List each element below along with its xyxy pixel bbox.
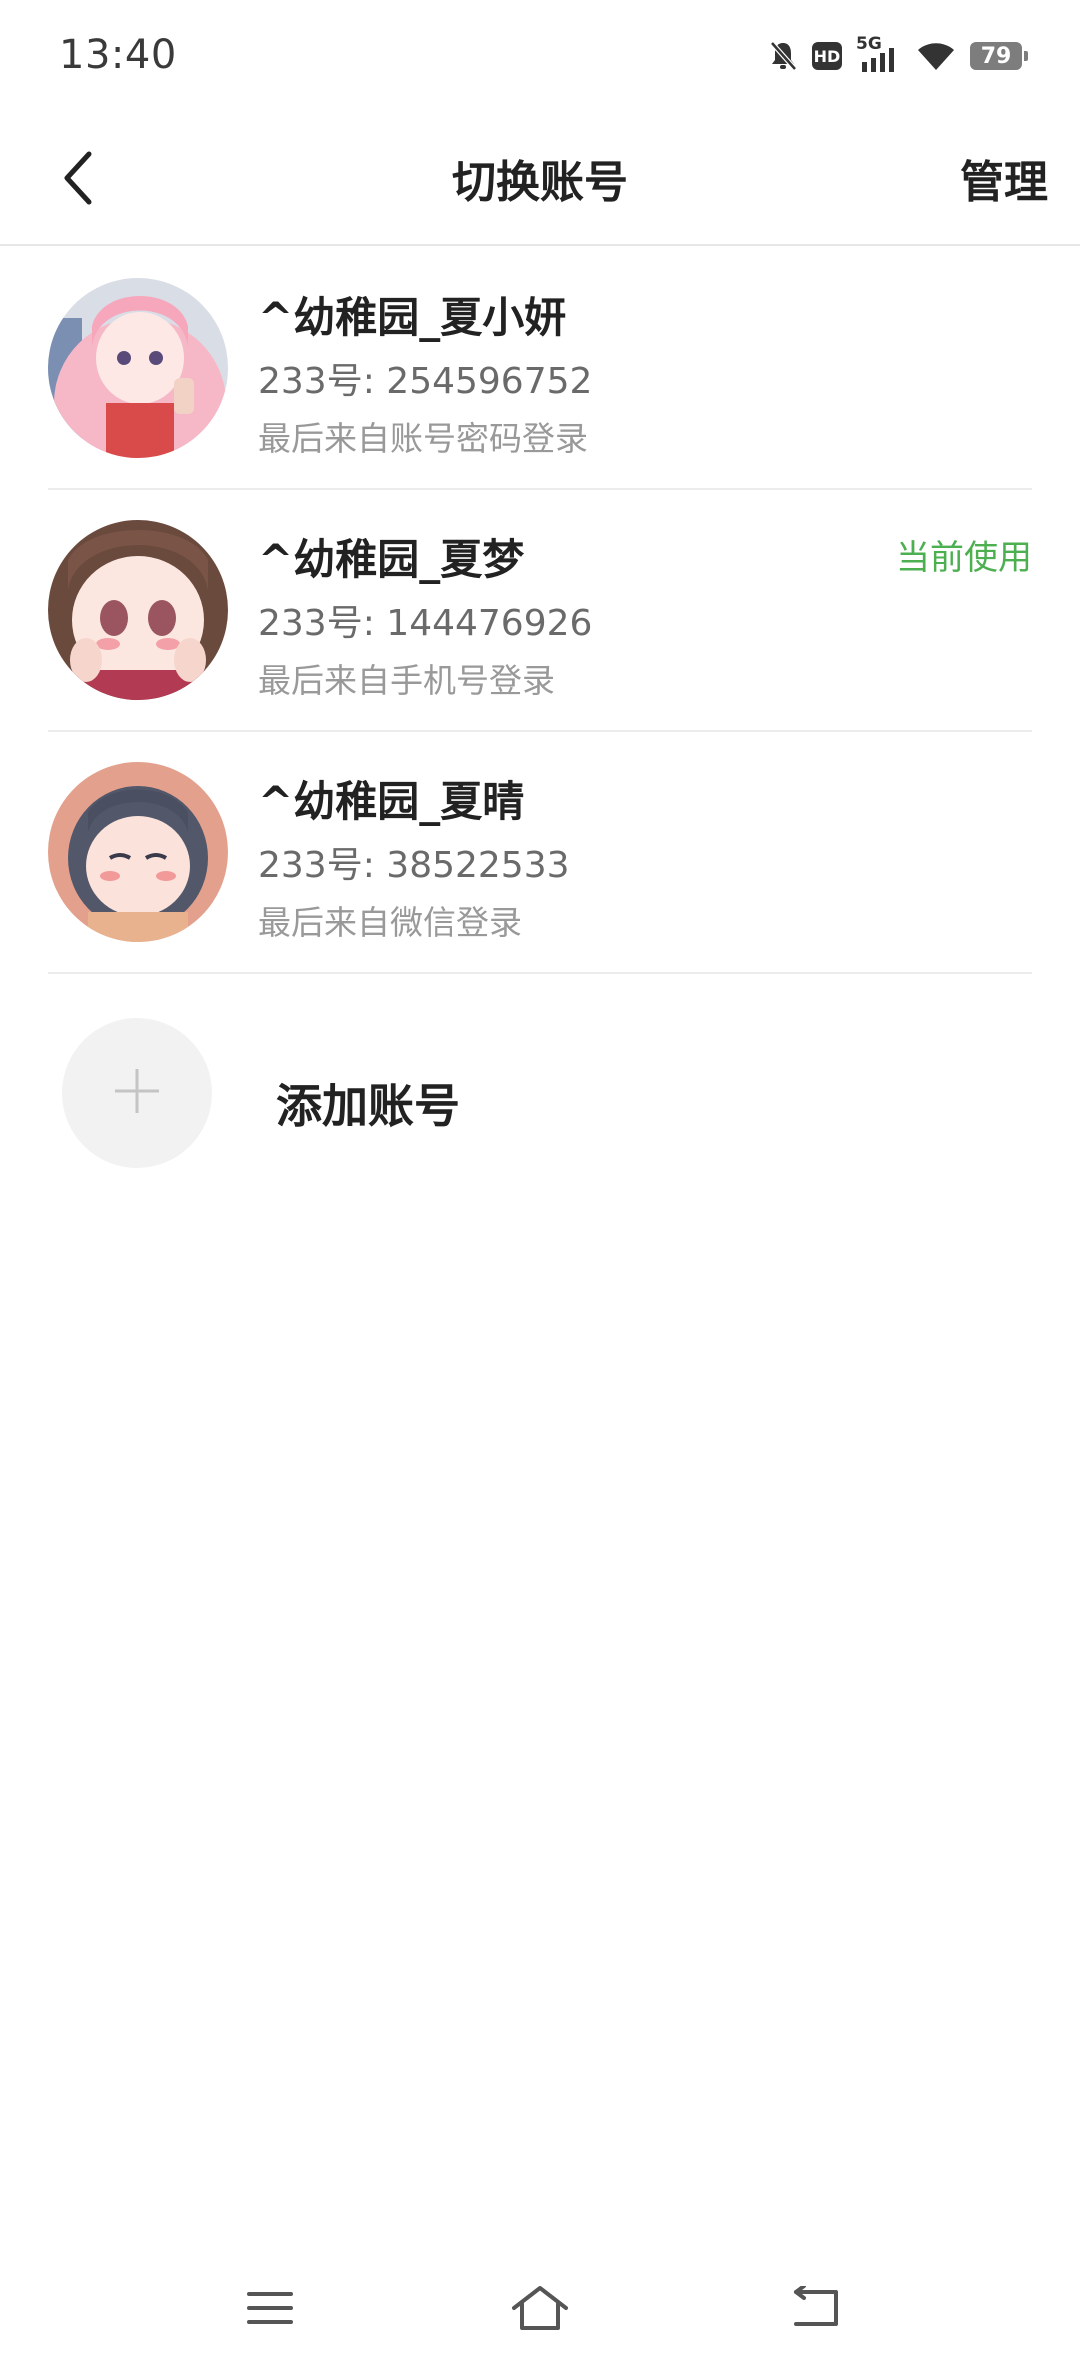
status-bar: 13:40 HD 5G 79 (0, 0, 1080, 116)
login-source: 最后来自微信登录 (258, 903, 522, 942)
account-id: 233号: 38522533 (258, 845, 570, 886)
account-name: ^幼稚园_夏梦 (258, 535, 525, 584)
nav-back-button[interactable] (776, 2280, 856, 2340)
header: 切换账号 管理 (0, 116, 1080, 246)
avatar (48, 762, 228, 942)
avatar (48, 520, 228, 700)
add-account-circle (62, 1018, 212, 1168)
status-time: 13:40 (59, 32, 177, 78)
system-nav-bar (0, 2260, 1080, 2360)
nav-home-button[interactable] (500, 2280, 580, 2340)
home-icon (510, 2284, 570, 2336)
signal-5g-icon: 5G (856, 34, 902, 74)
battery-icon: 79 (970, 42, 1028, 70)
back-icon (790, 2284, 842, 2334)
mute-bell-icon (768, 40, 798, 72)
account-item-1[interactable]: ^幼稚园_夏小妍 233号: 254596752 最后来自账号密码登录 (48, 248, 1032, 490)
chevron-left-icon (59, 148, 99, 212)
login-source: 最后来自账号密码登录 (258, 419, 588, 458)
avatar (48, 278, 228, 458)
account-item-2[interactable]: ^幼稚园_夏梦 233号: 144476926 最后来自手机号登录 当前使用 (48, 490, 1032, 732)
account-item-3[interactable]: ^幼稚园_夏晴 233号: 38522533 最后来自微信登录 (48, 732, 1032, 974)
add-account-label: 添加账号 (276, 1079, 460, 1133)
account-name: ^幼稚园_夏小妍 (258, 293, 567, 342)
current-account-badge: 当前使用 (896, 538, 1032, 578)
account-id: 233号: 144476926 (258, 603, 593, 644)
status-icons: HD 5G 79 (768, 34, 1028, 76)
add-account-button[interactable]: 添加账号 (62, 1018, 1042, 1168)
account-name: ^幼稚园_夏晴 (258, 777, 525, 826)
account-id: 233号: 254596752 (258, 361, 593, 402)
manage-button[interactable]: 管理 (960, 146, 1048, 210)
switch-account-screen: 13:40 HD 5G 79 切换账号 管理 ^幼稚园_夏小妍 233号: 25… (0, 0, 1080, 2376)
plus-icon (112, 1066, 162, 1120)
menu-icon (247, 2288, 293, 2332)
wifi-icon (916, 40, 956, 72)
back-button[interactable] (44, 140, 114, 220)
hd-icon: HD (812, 42, 842, 70)
nav-menu-button[interactable] (230, 2280, 310, 2340)
account-list: ^幼稚园_夏小妍 233号: 254596752 最后来自账号密码登录 ^幼稚园… (0, 248, 1080, 974)
login-source: 最后来自手机号登录 (258, 661, 555, 700)
page-title: 切换账号 (452, 157, 628, 208)
